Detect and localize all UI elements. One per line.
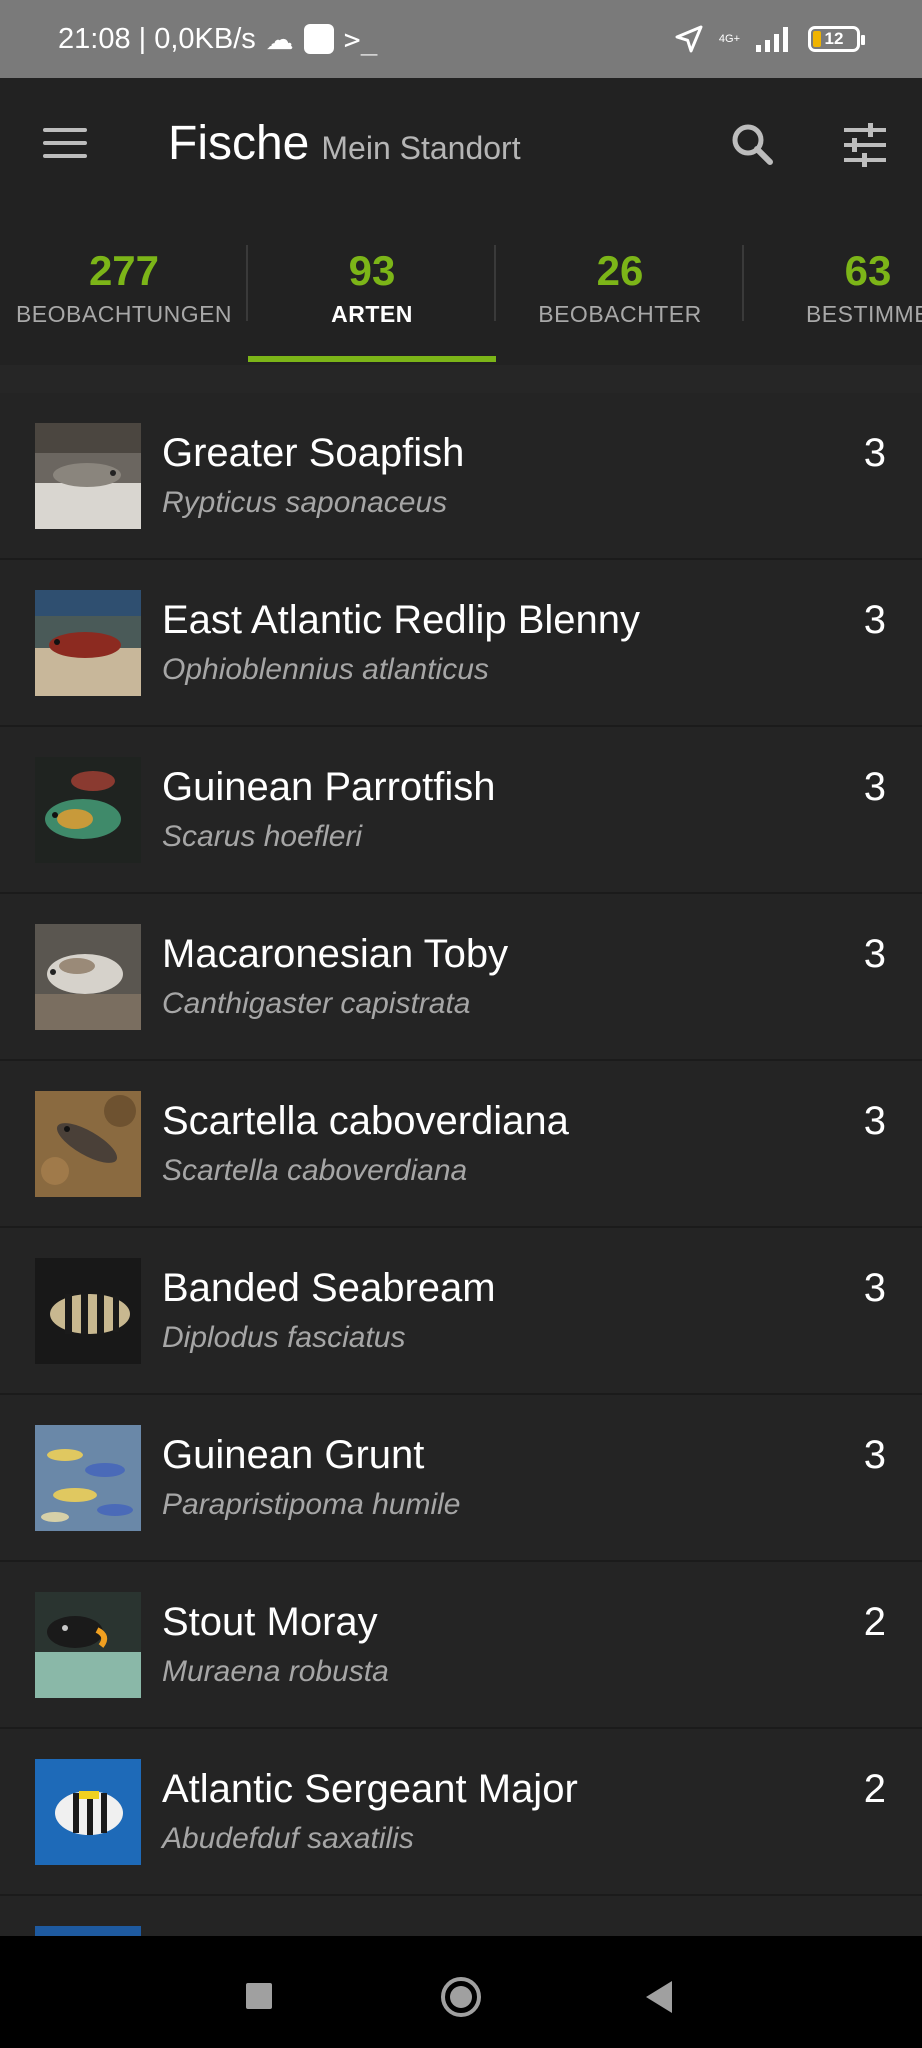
species-scientific-name: Rypticus saponaceus bbox=[162, 486, 448, 519]
species-common-name: Scartella caboverdiana bbox=[162, 1099, 569, 1143]
tab-bestimmer[interactable]: 63 BESTIMME bbox=[744, 230, 922, 365]
list-item[interactable]: East Atlantic Redlip Blenny Ophioblenniu… bbox=[0, 560, 922, 727]
species-common-name: Macaronesian Toby bbox=[162, 932, 509, 976]
observation-count: 3 bbox=[863, 765, 886, 809]
observation-count: 3 bbox=[863, 598, 886, 642]
species-scientific-name: Scarus hoefleri bbox=[162, 820, 363, 853]
tab-beobachter[interactable]: 26 BEOBACHTER bbox=[496, 230, 744, 365]
status-bar-right: 4G+ 12 bbox=[673, 0, 865, 78]
menu-icon-line bbox=[43, 154, 87, 158]
search-button[interactable] bbox=[724, 116, 782, 174]
species-scientific-name: Muraena robusta bbox=[162, 1655, 389, 1688]
list-item[interactable]: Guinean Parrotfish Scarus hoefleri 3 bbox=[0, 727, 922, 894]
species-photo bbox=[35, 590, 141, 696]
species-common-name: Atlantic Sergeant Major bbox=[162, 1767, 578, 1811]
observation-count: 3 bbox=[863, 431, 886, 475]
network-type-label: 4G+ bbox=[718, 33, 740, 45]
tab-label: BEOBACHTUNGEN bbox=[15, 301, 233, 327]
square-icon bbox=[303, 24, 334, 54]
observation-count: 3 bbox=[863, 932, 886, 976]
list-item[interactable]: Stout Moray Muraena robusta 2 bbox=[0, 1562, 922, 1729]
active-tab-indicator bbox=[248, 356, 496, 362]
species-photo bbox=[35, 1258, 141, 1364]
list-item[interactable]: Greater Soapfish Rypticus saponaceus 3 bbox=[0, 393, 922, 560]
observation-count: 3 bbox=[863, 1433, 886, 1477]
list-header-spacer bbox=[0, 365, 922, 393]
tab-count: 93 bbox=[348, 247, 396, 294]
species-common-name: Guinean Grunt bbox=[162, 1433, 425, 1477]
battery-level bbox=[813, 31, 821, 47]
tab-label: ARTEN bbox=[331, 301, 413, 327]
page-subtitle: Mein Standort bbox=[321, 130, 521, 166]
status-time-speed: 21:08 | 0,0KB/s bbox=[58, 22, 256, 55]
species-common-name: Banded Seabream bbox=[162, 1266, 496, 1310]
species-common-name: East Atlantic Redlip Blenny bbox=[162, 598, 641, 642]
home-icon[interactable] bbox=[441, 1977, 481, 2017]
cloud-icon: ☁ bbox=[265, 23, 294, 55]
title-group: Fische Mein Standort bbox=[168, 116, 521, 171]
page-title: Fische bbox=[168, 117, 310, 170]
menu-icon-line bbox=[43, 128, 87, 132]
species-scientific-name: Scartella caboverdiana bbox=[162, 1154, 468, 1187]
tab-count: 63 bbox=[844, 247, 892, 294]
species-photo bbox=[35, 1592, 141, 1698]
stats-tabs: 277 BEOBACHTUNGEN 93 ARTEN 26 BEOBACHTER… bbox=[0, 230, 922, 365]
species-scientific-name: Abudefduf saxatilis bbox=[162, 1822, 414, 1855]
species-scientific-name: Canthigaster capistrata bbox=[162, 987, 471, 1020]
species-common-name: Stout Moray bbox=[162, 1600, 378, 1644]
system-nav-bar bbox=[0, 1936, 922, 2048]
species-photo bbox=[35, 924, 141, 1030]
signal-icon bbox=[756, 27, 788, 52]
species-scientific-name: Diplodus fasciatus bbox=[162, 1321, 406, 1354]
tab-count: 277 bbox=[88, 247, 160, 294]
species-photo bbox=[35, 1091, 141, 1197]
species-common-name: Guinean Parrotfish bbox=[162, 765, 496, 809]
tab-arten[interactable]: 93 ARTEN bbox=[248, 230, 496, 365]
search-icon bbox=[732, 124, 773, 165]
battery-icon: 12 bbox=[808, 26, 865, 52]
list-item[interactable]: Scartella caboverdiana Scartella cabover… bbox=[0, 1061, 922, 1228]
species-common-name: Greater Soapfish bbox=[162, 431, 465, 475]
species-scientific-name: Ophioblennius atlanticus bbox=[162, 653, 489, 686]
observation-count: 2 bbox=[863, 1600, 886, 1644]
observation-count: 3 bbox=[863, 1099, 886, 1143]
tab-label: BEOBACHTER bbox=[538, 301, 702, 327]
recents-icon[interactable] bbox=[246, 1983, 272, 2009]
species-list[interactable]: Greater Soapfish Rypticus saponaceus 3 E… bbox=[0, 393, 922, 2032]
battery-percent: 12 bbox=[824, 29, 844, 48]
location-icon bbox=[675, 25, 703, 53]
species-photo bbox=[35, 1425, 141, 1531]
observation-count: 2 bbox=[863, 1767, 886, 1811]
observation-count: 3 bbox=[863, 1266, 886, 1310]
list-item[interactable]: Guinean Grunt Parapristipoma humile 3 bbox=[0, 1395, 922, 1562]
tab-beobachtungen[interactable]: 277 BEOBACHTUNGEN bbox=[0, 230, 248, 365]
status-bar-left: 21:08 | 0,0KB/s ☁ >_ bbox=[58, 0, 378, 78]
list-item[interactable]: Macaronesian Toby Canthigaster capistrat… bbox=[0, 894, 922, 1061]
list-item[interactable]: Banded Seabream Diplodus fasciatus 3 bbox=[0, 1228, 922, 1395]
list-item[interactable]: Atlantic Sergeant Major Abudefduf saxati… bbox=[0, 1729, 922, 1896]
app-screen: 21:08 | 0,0KB/s ☁ >_ 4G+ 12 Fische Mein … bbox=[0, 0, 922, 2048]
tab-count: 26 bbox=[596, 247, 644, 294]
menu-icon-line bbox=[43, 141, 87, 145]
species-scientific-name: Parapristipoma humile bbox=[162, 1488, 461, 1521]
menu-button[interactable] bbox=[36, 114, 94, 172]
tab-label: BESTIMME bbox=[805, 301, 922, 327]
filter-icon bbox=[844, 123, 886, 167]
species-photo bbox=[35, 757, 141, 863]
terminal-icon: >_ bbox=[343, 22, 378, 56]
back-icon[interactable] bbox=[646, 1981, 672, 2013]
status-bar: 21:08 | 0,0KB/s ☁ >_ 4G+ 12 bbox=[0, 0, 922, 78]
filter-button[interactable] bbox=[836, 116, 894, 174]
species-photo bbox=[35, 1759, 141, 1865]
species-photo bbox=[35, 423, 141, 529]
